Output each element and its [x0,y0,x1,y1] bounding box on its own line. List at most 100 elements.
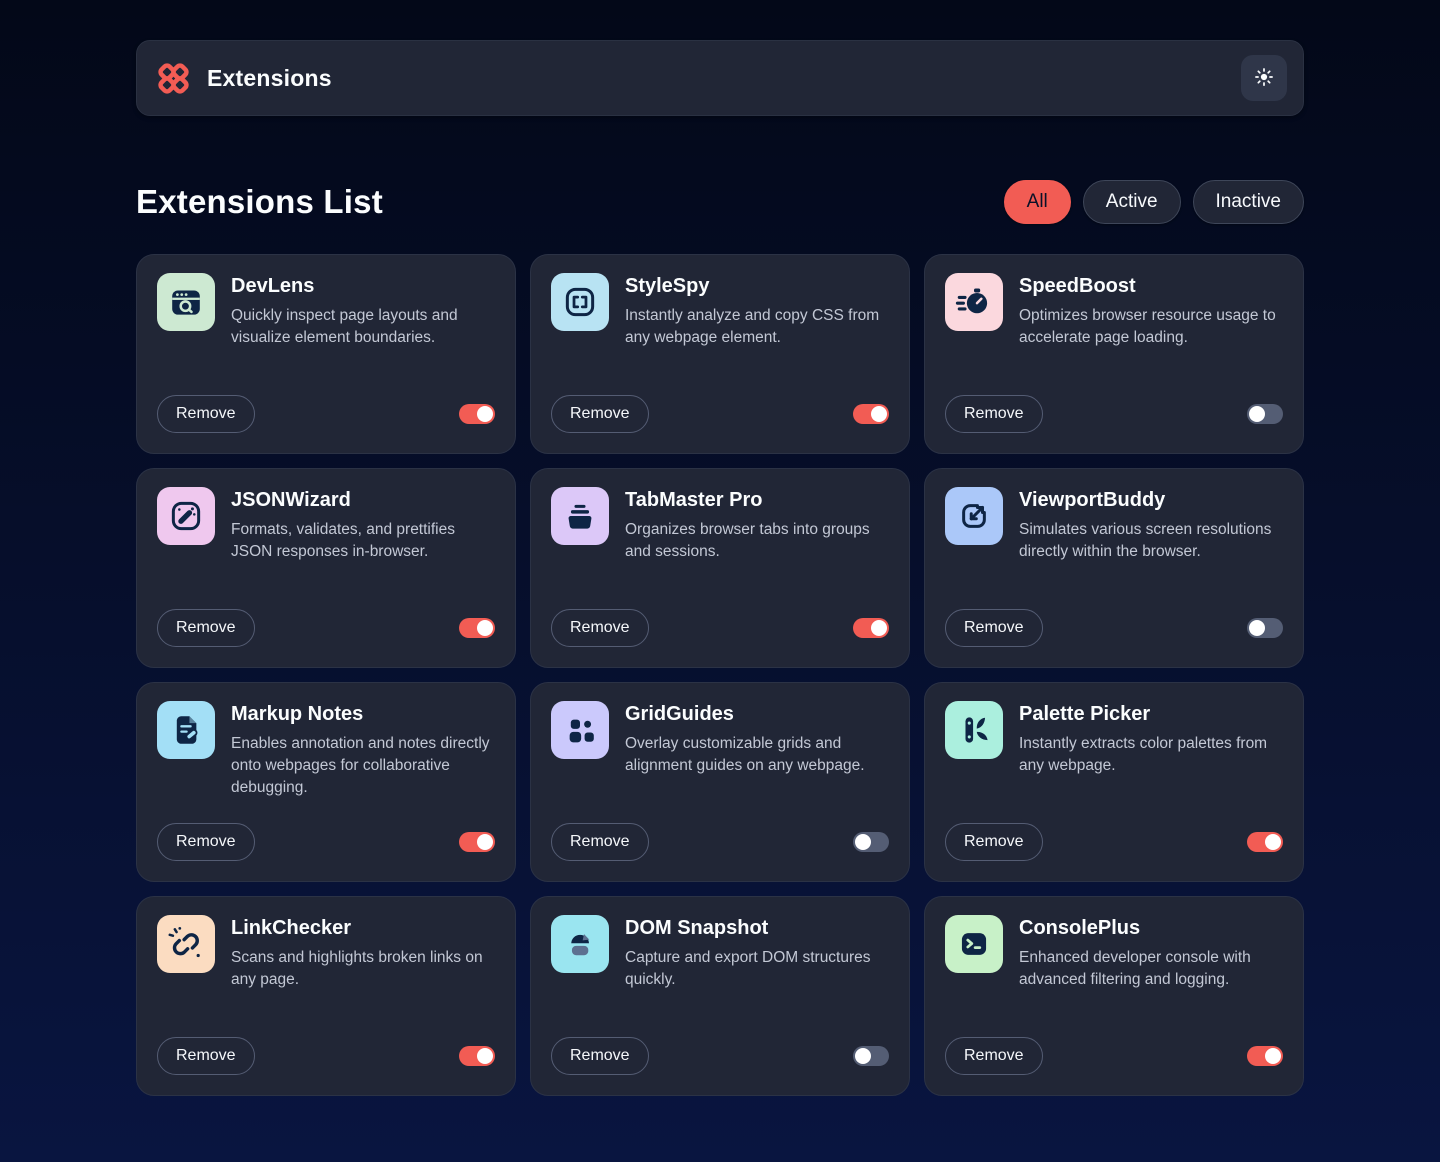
extension-card: ViewportBuddy Simulates various screen r… [924,468,1304,668]
card-content: GridGuides Overlay customizable grids an… [551,701,889,777]
extension-name: TabMaster Pro [625,489,763,511]
remove-button[interactable]: Remove [157,823,255,861]
extension-name: Palette Picker [1019,703,1151,725]
extension-description: Optimizes browser resource usage to acce… [1019,307,1276,346]
gridguides-icon [551,701,609,759]
remove-button[interactable]: Remove [945,609,1043,647]
card-text: TabMaster Pro Organizes browser tabs int… [625,487,889,563]
toggle-knob [855,834,871,850]
extension-name: ConsolePlus [1019,917,1141,939]
card-footer: Remove [551,1019,889,1075]
remove-button[interactable]: Remove [945,823,1043,861]
card-text: LinkChecker Scans and highlights broken … [231,915,495,991]
toggle-knob [1265,1048,1281,1064]
remove-button[interactable]: Remove [945,1037,1043,1075]
stylespy-icon [551,273,609,331]
page-title: Extensions List [136,183,383,220]
toggle-knob [1249,406,1265,422]
extension-description: Quickly inspect page layouts and visuali… [231,307,458,346]
tabmaster-icon [551,487,609,545]
active-toggle[interactable] [853,404,889,424]
card-footer: Remove [157,1019,495,1075]
toggle-knob [477,406,493,422]
card-text: DOM Snapshot Capture and export DOM stru… [625,915,889,991]
app-title: Extensions [207,64,332,91]
extension-name: StyleSpy [625,275,710,297]
filter-button-inactive[interactable]: Inactive [1192,180,1304,224]
extension-description: Instantly extracts color palettes from a… [1019,735,1268,774]
extension-description: Capture and export DOM structures quickl… [625,949,871,988]
card-content: TabMaster Pro Organizes browser tabs int… [551,487,889,563]
remove-button[interactable]: Remove [157,1037,255,1075]
active-toggle[interactable] [459,618,495,638]
extension-card: ConsolePlus Enhanced developer console w… [924,896,1304,1096]
card-footer: Remove [945,805,1283,861]
toggle-knob [871,620,887,636]
extension-card: JSONWizard Formats, validates, and prett… [136,468,516,668]
active-toggle[interactable] [1247,618,1283,638]
card-text: ConsolePlus Enhanced developer console w… [1019,915,1283,991]
card-text: SpeedBoost Optimizes browser resource us… [1019,273,1283,349]
extension-name: DevLens [231,275,315,297]
active-toggle[interactable] [853,832,889,852]
filter-button-active[interactable]: Active [1082,180,1181,224]
remove-button[interactable]: Remove [551,823,649,861]
theme-toggle-button[interactable] [1241,55,1287,101]
remove-button[interactable]: Remove [551,395,649,433]
extension-description: Organizes browser tabs into groups and s… [625,521,870,560]
remove-button[interactable]: Remove [157,395,255,433]
viewportbuddy-icon [945,487,1003,545]
extension-name: LinkChecker [231,917,352,939]
toggle-knob [477,834,493,850]
card-content: ViewportBuddy Simulates various screen r… [945,487,1283,563]
card-text: GridGuides Overlay customizable grids an… [625,701,889,777]
speedboost-icon [945,273,1003,331]
extension-description: Overlay customizable grids and alignment… [625,735,865,774]
extension-description: Formats, validates, and prettifies JSON … [231,521,455,560]
filter-button-all[interactable]: All [1003,180,1071,224]
consoleplus-icon [945,915,1003,973]
active-toggle[interactable] [459,1046,495,1066]
card-footer: Remove [945,591,1283,647]
list-header: Extensions List All Active Inactive [136,180,1304,224]
remove-button[interactable]: Remove [551,609,649,647]
card-content: Palette Picker Instantly extracts color … [945,701,1283,777]
card-footer: Remove [551,377,889,433]
remove-button[interactable]: Remove [551,1037,649,1075]
remove-button[interactable]: Remove [945,395,1043,433]
card-content: ConsolePlus Enhanced developer console w… [945,915,1283,991]
active-toggle[interactable] [459,404,495,424]
extension-name: GridGuides [625,703,734,725]
active-toggle[interactable] [853,618,889,638]
card-footer: Remove [945,377,1283,433]
card-text: Palette Picker Instantly extracts color … [1019,701,1283,777]
active-toggle[interactable] [1247,404,1283,424]
header: Extensions [136,40,1304,116]
card-content: Markup Notes Enables annotation and note… [157,701,495,799]
markupnotes-icon [157,701,215,759]
extension-card: SpeedBoost Optimizes browser resource us… [924,254,1304,454]
toggle-knob [1249,620,1265,636]
devlens-icon [157,273,215,331]
active-toggle[interactable] [1247,832,1283,852]
toggle-knob [477,1048,493,1064]
extension-card: TabMaster Pro Organizes browser tabs int… [530,468,910,668]
card-content: JSONWizard Formats, validates, and prett… [157,487,495,563]
active-toggle[interactable] [853,1046,889,1066]
card-footer: Remove [157,805,495,861]
card-content: DOM Snapshot Capture and export DOM stru… [551,915,889,991]
page-container: Extensions Extensions List All Active Inac… [136,0,1304,1162]
jsonwizard-icon [157,487,215,545]
active-toggle[interactable] [459,832,495,852]
active-toggle[interactable] [1247,1046,1283,1066]
card-footer: Remove [551,805,889,861]
remove-button[interactable]: Remove [157,609,255,647]
palettepicker-icon [945,701,1003,759]
extensions-logo-icon [153,58,194,99]
extension-name: ViewportBuddy [1019,489,1166,511]
card-text: StyleSpy Instantly analyze and copy CSS … [625,273,889,349]
extension-card: DOM Snapshot Capture and export DOM stru… [530,896,910,1096]
brand: Extensions [153,58,332,99]
card-content: SpeedBoost Optimizes browser resource us… [945,273,1283,349]
card-footer: Remove [551,591,889,647]
